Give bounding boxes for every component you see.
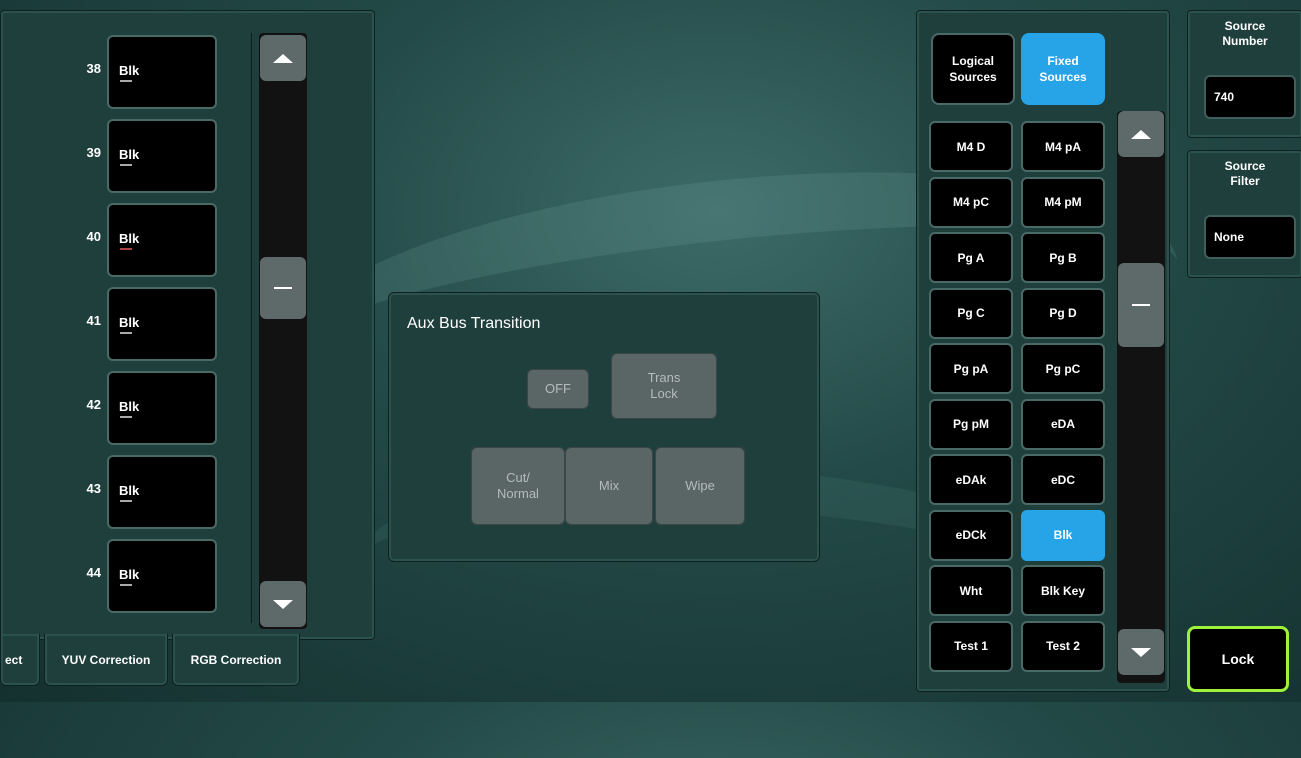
thumb-grip-icon — [274, 287, 292, 289]
source-name: Blk — [119, 315, 140, 330]
fixed-sources-button[interactable]: Fixed Sources — [1021, 33, 1105, 105]
off-button[interactable]: OFF — [527, 369, 589, 409]
status-dash — [120, 80, 132, 82]
aux-panel-title: Aux Bus Transition — [407, 315, 541, 332]
source-item-button[interactable]: Blk — [1021, 509, 1105, 561]
row-number: 39 — [86, 145, 101, 160]
source-name: Blk — [119, 483, 140, 498]
source-item-button[interactable]: Pg B — [1021, 232, 1105, 283]
arrow-down-icon — [273, 599, 293, 609]
source-item-button[interactable]: Test 1 — [929, 620, 1013, 672]
source-button[interactable]: Blk — [107, 287, 217, 361]
status-dash — [120, 248, 132, 250]
source-item-button[interactable]: Pg C — [929, 287, 1013, 339]
status-dash — [120, 164, 132, 166]
source-item-button[interactable]: Blk Key — [1021, 565, 1105, 616]
status-dash — [120, 332, 132, 334]
source-number-field[interactable]: 740 — [1204, 75, 1296, 119]
bottom-tabs: ect YUV Correction RGB Correction — [0, 634, 304, 690]
arrow-up-icon — [273, 53, 293, 63]
logical-sources-button[interactable]: Logical Sources — [931, 33, 1015, 105]
tab-select[interactable]: ect — [0, 634, 40, 686]
source-name: Blk — [119, 399, 140, 414]
wipe-button[interactable]: Wipe — [655, 447, 745, 525]
source-filter-field[interactable]: None — [1204, 215, 1296, 259]
source-item-button[interactable]: M4 pM — [1021, 176, 1105, 228]
cut-normal-button[interactable]: Cut/ Normal — [471, 447, 565, 525]
source-button[interactable]: Blk — [107, 203, 217, 277]
source-number-panel: Source Number 740 — [1187, 10, 1301, 138]
source-button[interactable]: Blk — [107, 119, 217, 193]
source-item-button[interactable]: M4 pC — [929, 176, 1013, 228]
list-row: 38 Blk — [9, 33, 251, 113]
arrow-down-icon — [1131, 647, 1151, 657]
scroll-thumb[interactable] — [1118, 263, 1164, 347]
source-item-button[interactable]: eDC — [1021, 454, 1105, 505]
source-name: Blk — [119, 567, 140, 582]
row-number: 43 — [86, 481, 101, 496]
thumb-grip-icon — [1132, 304, 1150, 306]
source-button[interactable]: Blk — [107, 371, 217, 445]
source-item-button[interactable]: Pg pC — [1021, 343, 1105, 394]
source-item-button[interactable]: M4 pA — [1021, 121, 1105, 172]
status-dash — [120, 584, 132, 586]
source-item-button[interactable]: Wht — [929, 565, 1013, 616]
source-button[interactable]: Blk — [107, 455, 217, 529]
list-row: 40 Blk — [9, 201, 251, 281]
scroll-up-button[interactable] — [1118, 111, 1164, 157]
aux-bus-transition-panel: Aux Bus Transition OFF Trans Lock Cut/ N… — [388, 292, 820, 562]
source-item-button[interactable]: Pg pM — [929, 398, 1013, 450]
source-name: Blk — [119, 147, 140, 162]
source-filter-label: Source Filter — [1224, 159, 1266, 188]
source-item-button[interactable]: Pg A — [929, 232, 1013, 283]
source-list: 38 Blk 39 Blk 40 Blk 41 Blk 42 Blk 43 Blk 44 Blk — [9, 33, 252, 623]
row-number: 40 — [86, 229, 101, 244]
row-number: 44 — [86, 565, 101, 580]
source-select-panel: Logical Sources Fixed Sources M4 D M4 pA M… — [916, 10, 1170, 692]
source-item-button[interactable]: Test 2 — [1021, 620, 1105, 672]
scroll-up-button[interactable] — [260, 35, 306, 81]
status-dash — [120, 416, 132, 418]
source-name: Blk — [119, 231, 140, 246]
source-filter-panel: Source Filter None — [1187, 150, 1301, 278]
source-item-button[interactable]: Pg D — [1021, 287, 1105, 339]
source-button[interactable]: Blk — [107, 539, 217, 613]
status-dash — [120, 500, 132, 502]
list-scrollbar[interactable] — [259, 33, 307, 629]
source-item-button[interactable]: M4 D — [929, 121, 1013, 172]
source-button[interactable]: Blk — [107, 35, 217, 109]
scroll-thumb[interactable] — [260, 257, 306, 319]
list-row: 44 Blk — [9, 537, 251, 617]
list-row: 41 Blk — [9, 285, 251, 365]
tab-yuv-correction[interactable]: YUV Correction — [44, 634, 168, 686]
source-number-label: Source Number — [1222, 19, 1268, 48]
list-row: 39 Blk — [9, 117, 251, 197]
list-row: 42 Blk — [9, 369, 251, 449]
mix-button[interactable]: Mix — [565, 447, 653, 525]
source-list-panel: 38 Blk 39 Blk 40 Blk 41 Blk 42 Blk 43 Blk 44 Blk — [0, 10, 375, 640]
tab-rgb-correction[interactable]: RGB Correction — [172, 634, 300, 686]
row-number: 41 — [86, 313, 101, 328]
source-name: Blk — [119, 63, 140, 78]
scroll-down-button[interactable] — [260, 581, 306, 627]
source-item-button[interactable]: eDCk — [929, 509, 1013, 561]
lock-button[interactable]: Lock — [1187, 626, 1289, 692]
row-number: 42 — [86, 397, 101, 412]
source-item-button[interactable]: eDA — [1021, 398, 1105, 450]
list-row: 43 Blk — [9, 453, 251, 533]
trans-lock-button[interactable]: Trans Lock — [611, 353, 717, 419]
row-number: 38 — [86, 61, 101, 76]
source-item-button[interactable]: eDAk — [929, 454, 1013, 505]
arrow-up-icon — [1131, 129, 1151, 139]
source-scrollbar[interactable] — [1117, 111, 1165, 683]
scroll-down-button[interactable] — [1118, 629, 1164, 675]
source-item-button[interactable]: Pg pA — [929, 343, 1013, 394]
